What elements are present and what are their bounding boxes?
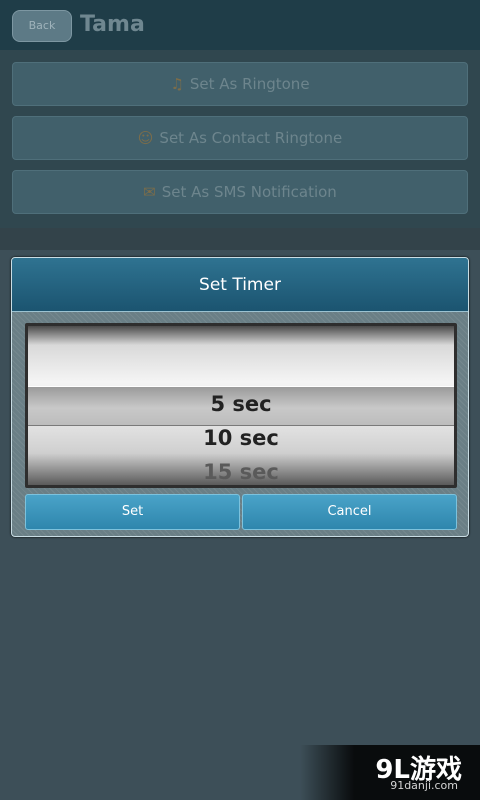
watermark: 9L游戏 91danji.com bbox=[300, 745, 480, 800]
back-button[interactable]: Back bbox=[12, 10, 72, 42]
sms-icon: ✉ bbox=[143, 183, 156, 201]
wheel-item[interactable]: 10 sec bbox=[28, 426, 454, 450]
set-sms-notification-label: Set As SMS Notification bbox=[161, 183, 337, 201]
wheel-item[interactable]: 15 sec bbox=[28, 460, 454, 484]
watermark-site: 91danji.com bbox=[390, 779, 458, 792]
set-contact-ringtone-button[interactable]: ☺ Set As Contact Ringtone bbox=[12, 116, 468, 160]
app-title: Tama bbox=[80, 12, 145, 37]
set-timer-dialog: Set Timer 5 sec 10 sec 15 sec Set Cancel bbox=[11, 257, 469, 537]
set-ringtone-button[interactable]: ♫ Set As Ringtone bbox=[12, 62, 468, 106]
contact-icon: ☺ bbox=[137, 129, 154, 147]
set-contact-ringtone-label: Set As Contact Ringtone bbox=[159, 129, 343, 147]
wheel-item-selected[interactable]: 5 sec bbox=[28, 392, 454, 416]
set-sms-notification-button[interactable]: ✉ Set As SMS Notification bbox=[12, 170, 468, 214]
dialog-title: Set Timer bbox=[12, 258, 468, 312]
set-button[interactable]: Set bbox=[25, 494, 240, 530]
divider bbox=[0, 228, 480, 250]
app-titlebar: Back Tama bbox=[0, 0, 480, 50]
action-list: ♫ Set As Ringtone ☺ Set As Contact Rington… bbox=[0, 50, 480, 250]
ringtone-icon: ♫ bbox=[170, 75, 184, 93]
set-ringtone-label: Set As Ringtone bbox=[189, 75, 310, 93]
timer-picker-wheel[interactable]: 5 sec 10 sec 15 sec bbox=[25, 323, 457, 488]
cancel-button[interactable]: Cancel bbox=[242, 494, 457, 530]
dialog-button-row: Set Cancel bbox=[25, 494, 457, 530]
